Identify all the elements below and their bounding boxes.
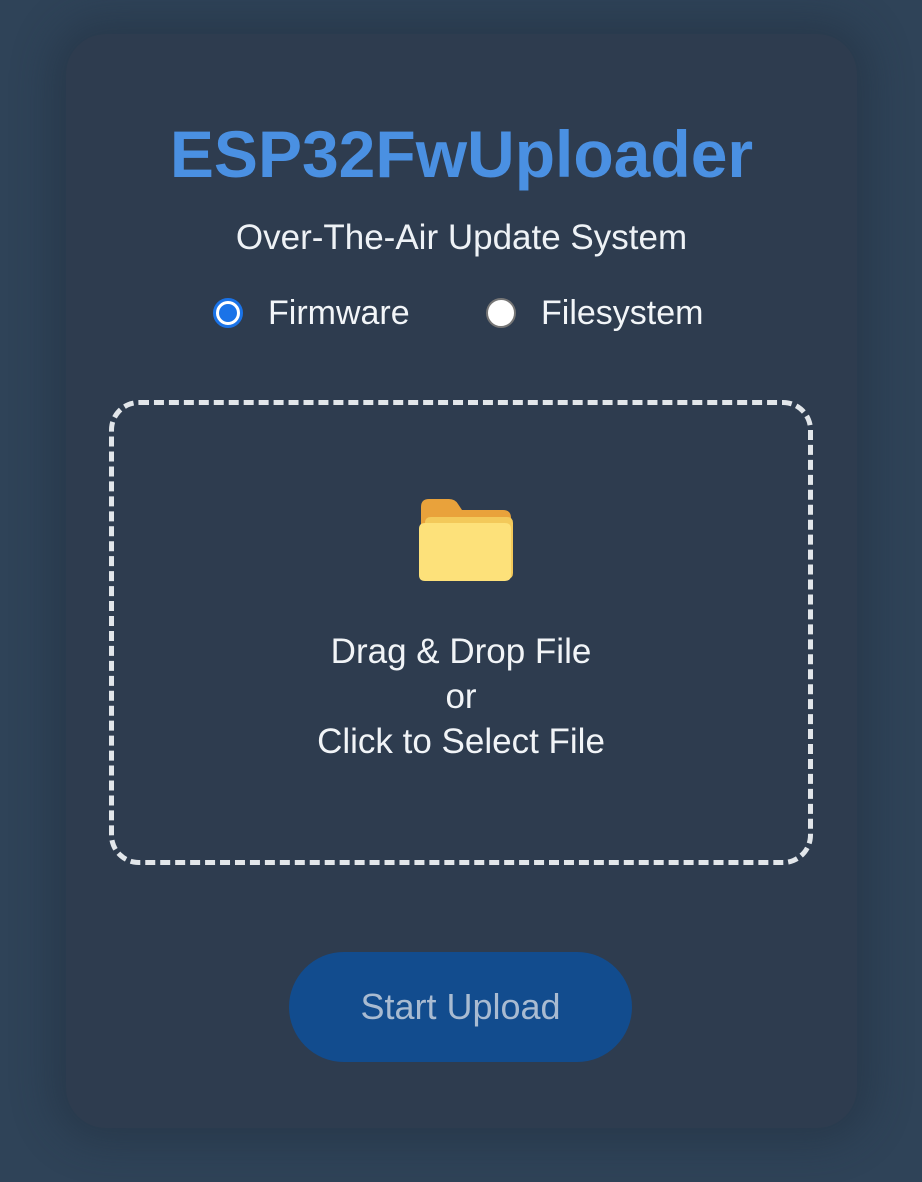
file-dropzone[interactable]: Drag & Drop File or Click to Select File	[109, 400, 813, 865]
dropzone-line-drag: Drag & Drop File	[330, 632, 592, 671]
folder-icon	[419, 499, 513, 581]
filesystem-radio-label: Filesystem	[541, 294, 704, 332]
dropzone-line-click: Click to Select File	[317, 722, 605, 761]
firmware-radio-label: Firmware	[268, 294, 410, 332]
start-upload-button[interactable]: Start Upload	[289, 952, 632, 1062]
radio-option-filesystem[interactable]: Filesystem	[486, 290, 703, 336]
page-subtitle: Over-The-Air Update System	[235, 218, 688, 257]
filesystem-radio[interactable]	[486, 298, 516, 328]
firmware-radio[interactable]	[213, 298, 243, 328]
radio-option-firmware[interactable]: Firmware	[213, 290, 410, 336]
update-type-radio-group: Firmware Filesystem	[0, 290, 922, 336]
dropzone-instructions: Drag & Drop File or Click to Select File	[114, 629, 808, 764]
dropzone-line-or: or	[445, 677, 477, 716]
page-title: ESP32FwUploader	[169, 117, 754, 191]
